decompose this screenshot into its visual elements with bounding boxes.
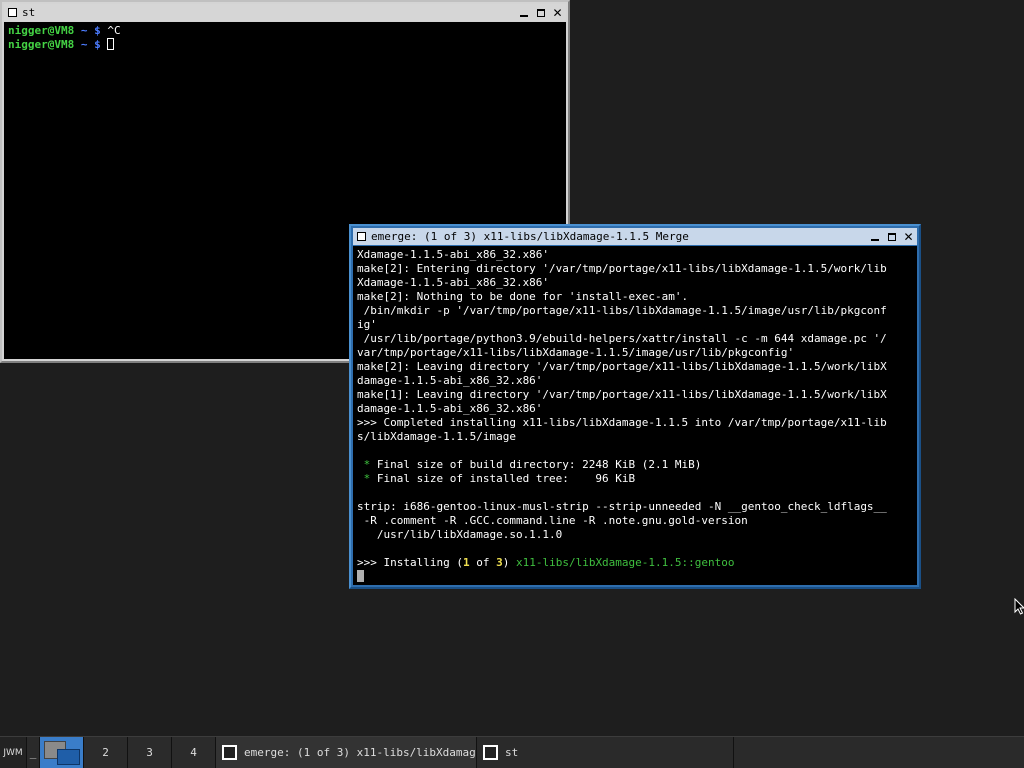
text-cursor <box>357 570 364 582</box>
st-window-title: st <box>22 6 36 19</box>
st-titlebar[interactable]: st ✕ <box>4 4 566 21</box>
close-button[interactable]: ✕ <box>900 228 917 245</box>
prompt-symbol: $ <box>94 24 101 37</box>
text-cursor <box>107 38 115 50</box>
task-button-st[interactable]: st <box>477 737 734 768</box>
output-line: Xdamage-1.1.5-abi_x86_32.x86' <box>357 276 550 289</box>
cursor-line <box>357 570 913 584</box>
mouse-pointer-icon <box>1014 598 1024 615</box>
final-size-text: Final size of installed tree: 96 KiB <box>376 472 636 485</box>
window-menu-icon[interactable] <box>357 232 366 241</box>
installing-line: >>> Installing (1 of 3) x11-libs/libXdam… <box>357 556 913 570</box>
pager-window-thumb <box>57 749 80 765</box>
maximize-icon <box>887 232 896 241</box>
workspace-3[interactable]: 3 <box>128 737 172 768</box>
taskbar-empty-area <box>734 737 1024 768</box>
task-label: emerge: (1 of 3) x11-libs/libXdamage-1.1… <box>244 746 476 759</box>
prompt-path: ~ <box>80 38 88 51</box>
terminal-line: nigger@VM8 ~ $ ^C <box>8 24 562 38</box>
output-line: /usr/lib/portage/python3.9/ebuild-helper… <box>357 332 887 345</box>
info-star: * <box>357 458 377 471</box>
emerge-titlebar[interactable]: emerge: (1 of 3) x11-libs/libXdamage-1.1… <box>353 228 917 245</box>
maximize-button[interactable] <box>883 228 900 245</box>
minimize-icon <box>870 238 879 241</box>
final-size-line: * Final size of build directory: 2248 Ki… <box>357 458 913 472</box>
close-icon: ✕ <box>552 5 563 20</box>
output-line: /bin/mkdir -p '/var/tmp/portage/x11-libs… <box>357 304 887 317</box>
emerge-window-title: emerge: (1 of 3) x11-libs/libXdamage-1.1… <box>371 230 689 243</box>
window-menu-icon[interactable] <box>8 8 17 17</box>
output-line: make[2]: Leaving directory '/var/tmp/por… <box>357 360 887 373</box>
taskbar: JWM _ 2 3 4 emerge: (1 of 3) x11-libs/li… <box>0 736 1024 768</box>
installing-total: 3 <box>496 556 503 569</box>
maximize-icon <box>536 8 545 17</box>
workspace-4[interactable]: 4 <box>172 737 216 768</box>
window-icon <box>222 745 237 760</box>
minimize-button[interactable] <box>515 4 532 21</box>
output-line: make[2]: Nothing to be done for 'install… <box>357 290 689 303</box>
workspace-pager: 2 3 4 <box>40 737 216 768</box>
prompt-path: ~ <box>80 24 88 37</box>
output-line: var/tmp/portage/x11-libs/libXdamage-1.1.… <box>357 346 795 359</box>
installing-of: of <box>469 556 497 569</box>
workspace-2[interactable]: 2 <box>84 737 128 768</box>
jwm-menu-button[interactable]: JWM <box>0 737 27 768</box>
minimize-icon <box>519 14 528 17</box>
output-line: make[1]: Leaving directory '/var/tmp/por… <box>357 388 887 401</box>
installing-package: x11-libs/libXdamage-1.1.5::gentoo <box>515 556 735 569</box>
close-button[interactable]: ✕ <box>549 4 566 21</box>
close-icon: ✕ <box>903 229 914 244</box>
prompt-symbol: $ <box>94 38 101 51</box>
task-label: st <box>505 746 519 759</box>
prompt-user: nigger@VM8 <box>8 24 75 37</box>
show-desktop-button[interactable]: _ <box>27 737 40 768</box>
final-size-text: Final size of build directory: 2248 KiB … <box>376 458 702 471</box>
task-button-emerge[interactable]: emerge: (1 of 3) x11-libs/libXdamage-1.1… <box>216 737 477 768</box>
prompt-user: nigger@VM8 <box>8 38 75 51</box>
installing-index: 1 <box>462 556 470 569</box>
installing-prefix: >>> Installing ( <box>357 556 463 569</box>
terminal-line: nigger@VM8 ~ $ <box>8 38 562 52</box>
minimize-button[interactable] <box>866 228 883 245</box>
window-icon <box>483 745 498 760</box>
emerge-terminal-window[interactable]: emerge: (1 of 3) x11-libs/libXdamage-1.1… <box>349 224 921 589</box>
output-line: /usr/lib/libXdamage.so.1.1.0 <box>357 528 563 541</box>
output-line: damage-1.1.5-abi_x86_32.x86' <box>357 402 543 415</box>
output-line: ig' <box>357 318 377 331</box>
output-line: s/libXdamage-1.1.5/image <box>357 430 516 443</box>
emerge-terminal-output[interactable]: Xdamage-1.1.5-abi_x86_32.x86' make[2]: En… <box>353 246 917 585</box>
output-line: make[2]: Entering directory '/var/tmp/po… <box>357 262 887 275</box>
output-line: Xdamage-1.1.5-abi_x86_32.x86' <box>357 248 550 261</box>
final-size-line: * Final size of installed tree: 96 KiB <box>357 472 913 486</box>
info-star: * <box>357 472 377 485</box>
installing-close: ) <box>502 556 516 569</box>
output-line: >>> Completed installing x11-libs/libXda… <box>357 416 887 429</box>
maximize-button[interactable] <box>532 4 549 21</box>
output-line: strip: i686-gentoo-linux-musl-strip --st… <box>357 500 887 513</box>
workspace-1[interactable] <box>40 737 84 768</box>
command-text: ^C <box>107 24 121 37</box>
output-line: -R .comment -R .GCC.command.line -R .not… <box>357 514 748 527</box>
output-line: damage-1.1.5-abi_x86_32.x86' <box>357 374 543 387</box>
